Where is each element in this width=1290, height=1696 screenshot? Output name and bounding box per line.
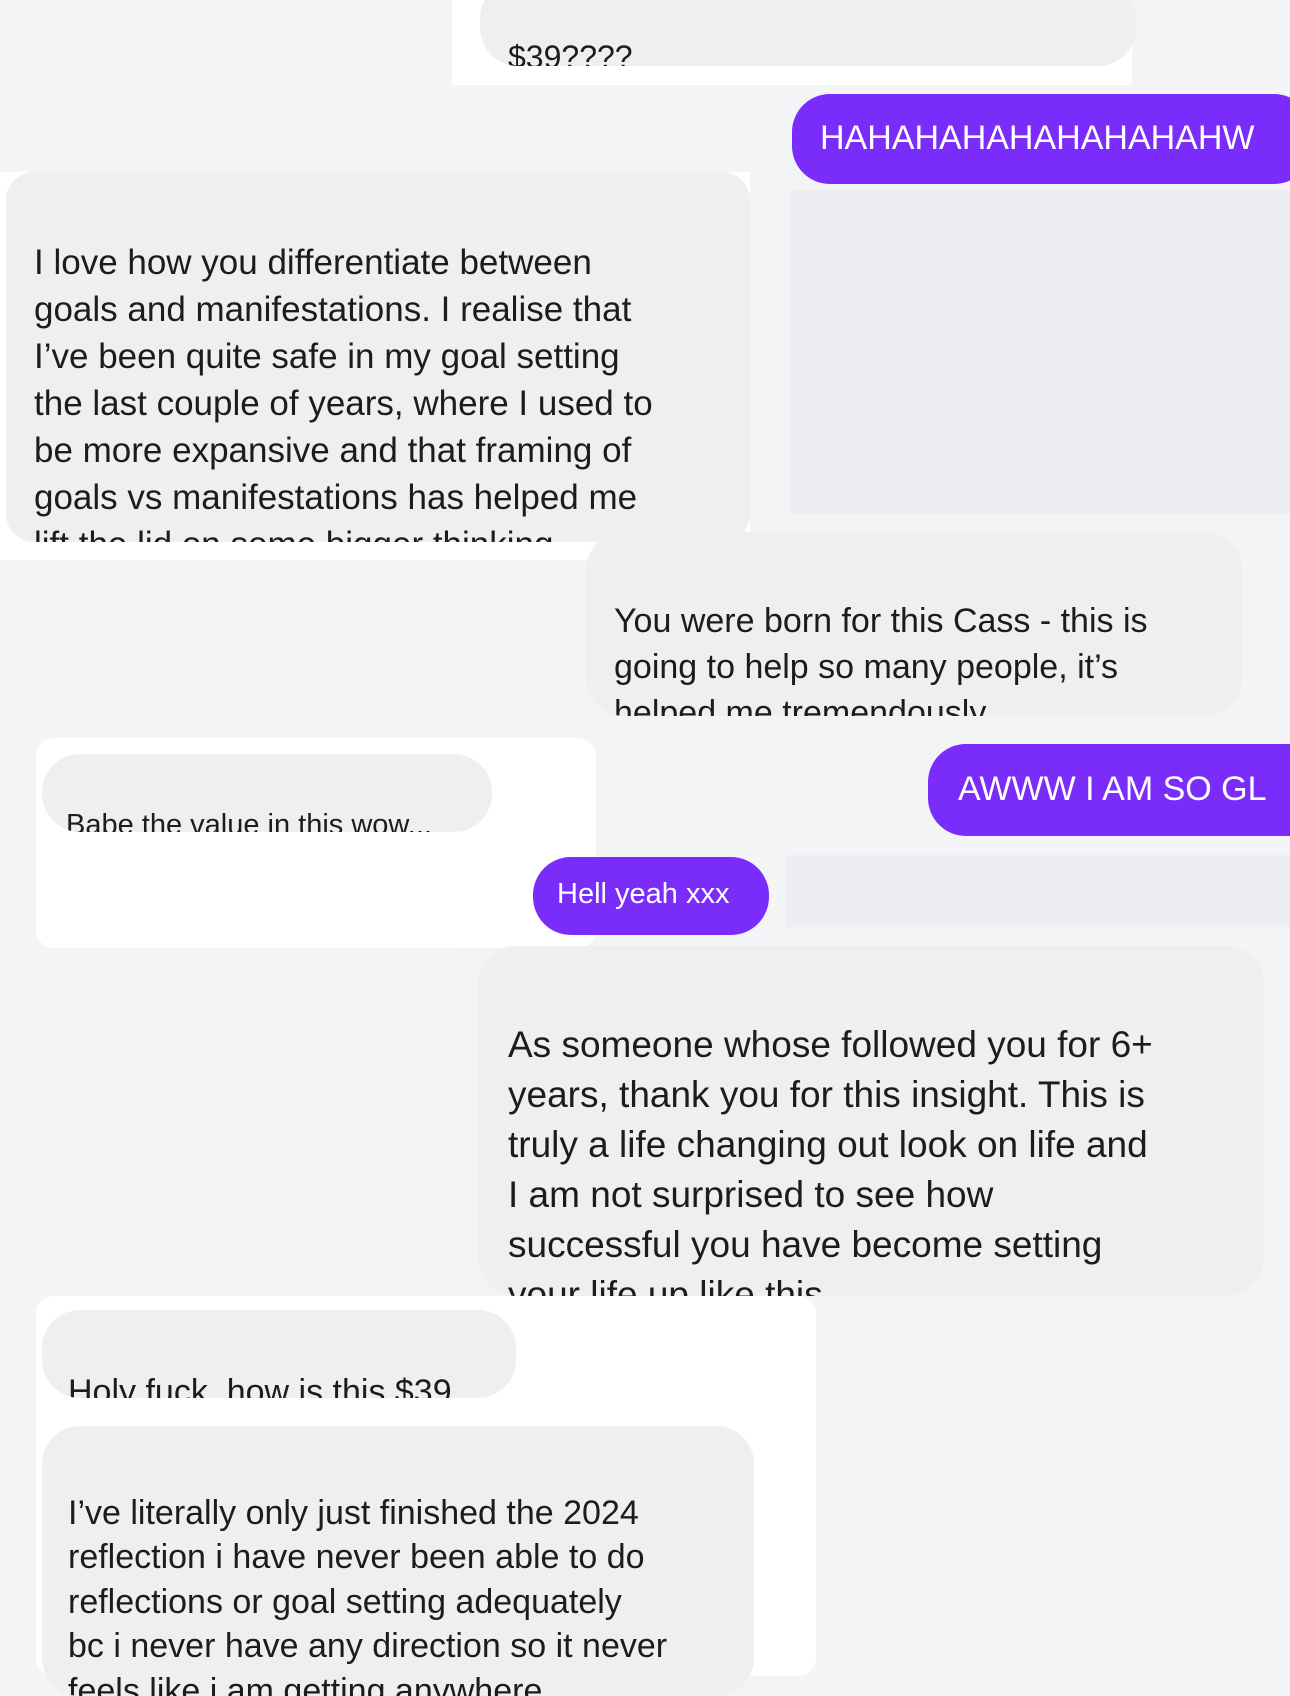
- message-text: I love how you differentiate between goa…: [34, 239, 750, 542]
- message-bubble-awww[interactable]: AWWW I AM SO GL: [928, 744, 1290, 836]
- message-bubble-price-question[interactable]: $39????: [480, 0, 1136, 66]
- screenshot-fragment-mid-left: [0, 560, 580, 738]
- message-bubble-babe-value[interactable]: Babe the value in this wow...: [42, 754, 492, 832]
- message-bubble-laughing[interactable]: HAHAHAHAHAHAHAHAHW: [792, 94, 1290, 184]
- message-text: HAHAHAHAHAHAHAHAHW: [820, 119, 1290, 158]
- screenshot-fragment-right-1: [790, 190, 1290, 514]
- screenshot-fragment-left-3: [0, 950, 458, 1294]
- message-bubble-goals-manifestations[interactable]: I love how you differentiate between goa…: [6, 172, 750, 542]
- message-text: Babe the value in this wow...: [66, 809, 492, 832]
- message-text: AWWW I AM SO GL: [958, 770, 1290, 809]
- message-bubble-reflection[interactable]: I’ve literally only just finished the 20…: [42, 1426, 754, 1696]
- message-bubble-followed-six-years[interactable]: As someone whose followed you for 6+ yea…: [478, 946, 1264, 1296]
- message-bubble-holy-fuck-price[interactable]: Holy fuck, how is this $39: [42, 1310, 516, 1398]
- message-bubble-hell-yeah[interactable]: Hell yeah xxx: [533, 857, 769, 935]
- message-bubble-born-for-this[interactable]: You were born for this Cass - this is go…: [586, 532, 1242, 716]
- screenshot-fragment-right-2: [785, 855, 1290, 927]
- message-text: $39????: [508, 39, 1136, 66]
- message-text: As someone whose followed you for 6+ yea…: [508, 1020, 1264, 1296]
- message-text: You were born for this Cass - this is go…: [614, 598, 1242, 716]
- message-text: Hell yeah xxx: [557, 878, 769, 911]
- screenshot-fragment-top-left: [0, 0, 452, 175]
- message-text: Holy fuck, how is this $39: [68, 1373, 516, 1398]
- message-text: I’ve literally only just finished the 20…: [68, 1491, 754, 1696]
